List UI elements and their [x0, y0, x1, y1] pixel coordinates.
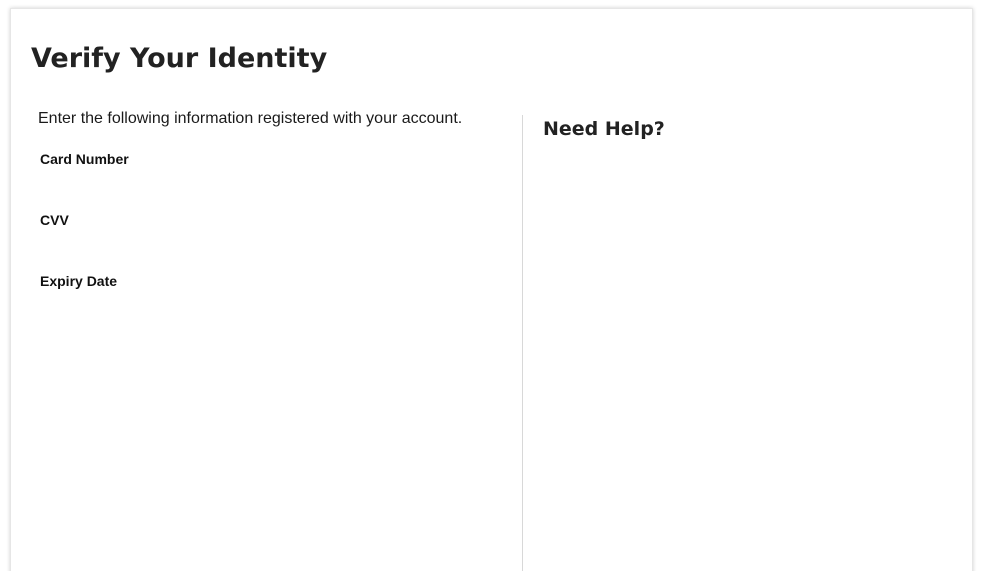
- verify-identity-card: Verify Your Identity Enter the following…: [10, 8, 973, 571]
- help-panel: Need Help?: [543, 117, 665, 141]
- column-divider: [522, 115, 523, 571]
- expiry-date-label: Expiry Date: [40, 273, 118, 289]
- card-number-label: Card Number: [40, 151, 129, 167]
- page-title: Verify Your Identity: [31, 43, 328, 74]
- cvv-field: CVV: [40, 212, 69, 228]
- verification-form: Enter the following information register…: [38, 109, 508, 289]
- form-instructions: Enter the following information register…: [38, 110, 463, 127]
- expiry-date-field: Expiry Date: [40, 273, 117, 289]
- card-number-field: Card Number: [40, 151, 129, 167]
- cvv-label: CVV: [40, 212, 69, 228]
- page: Verify Your Identity Enter the following…: [0, 0, 984, 571]
- help-title: Need Help?: [543, 118, 665, 140]
